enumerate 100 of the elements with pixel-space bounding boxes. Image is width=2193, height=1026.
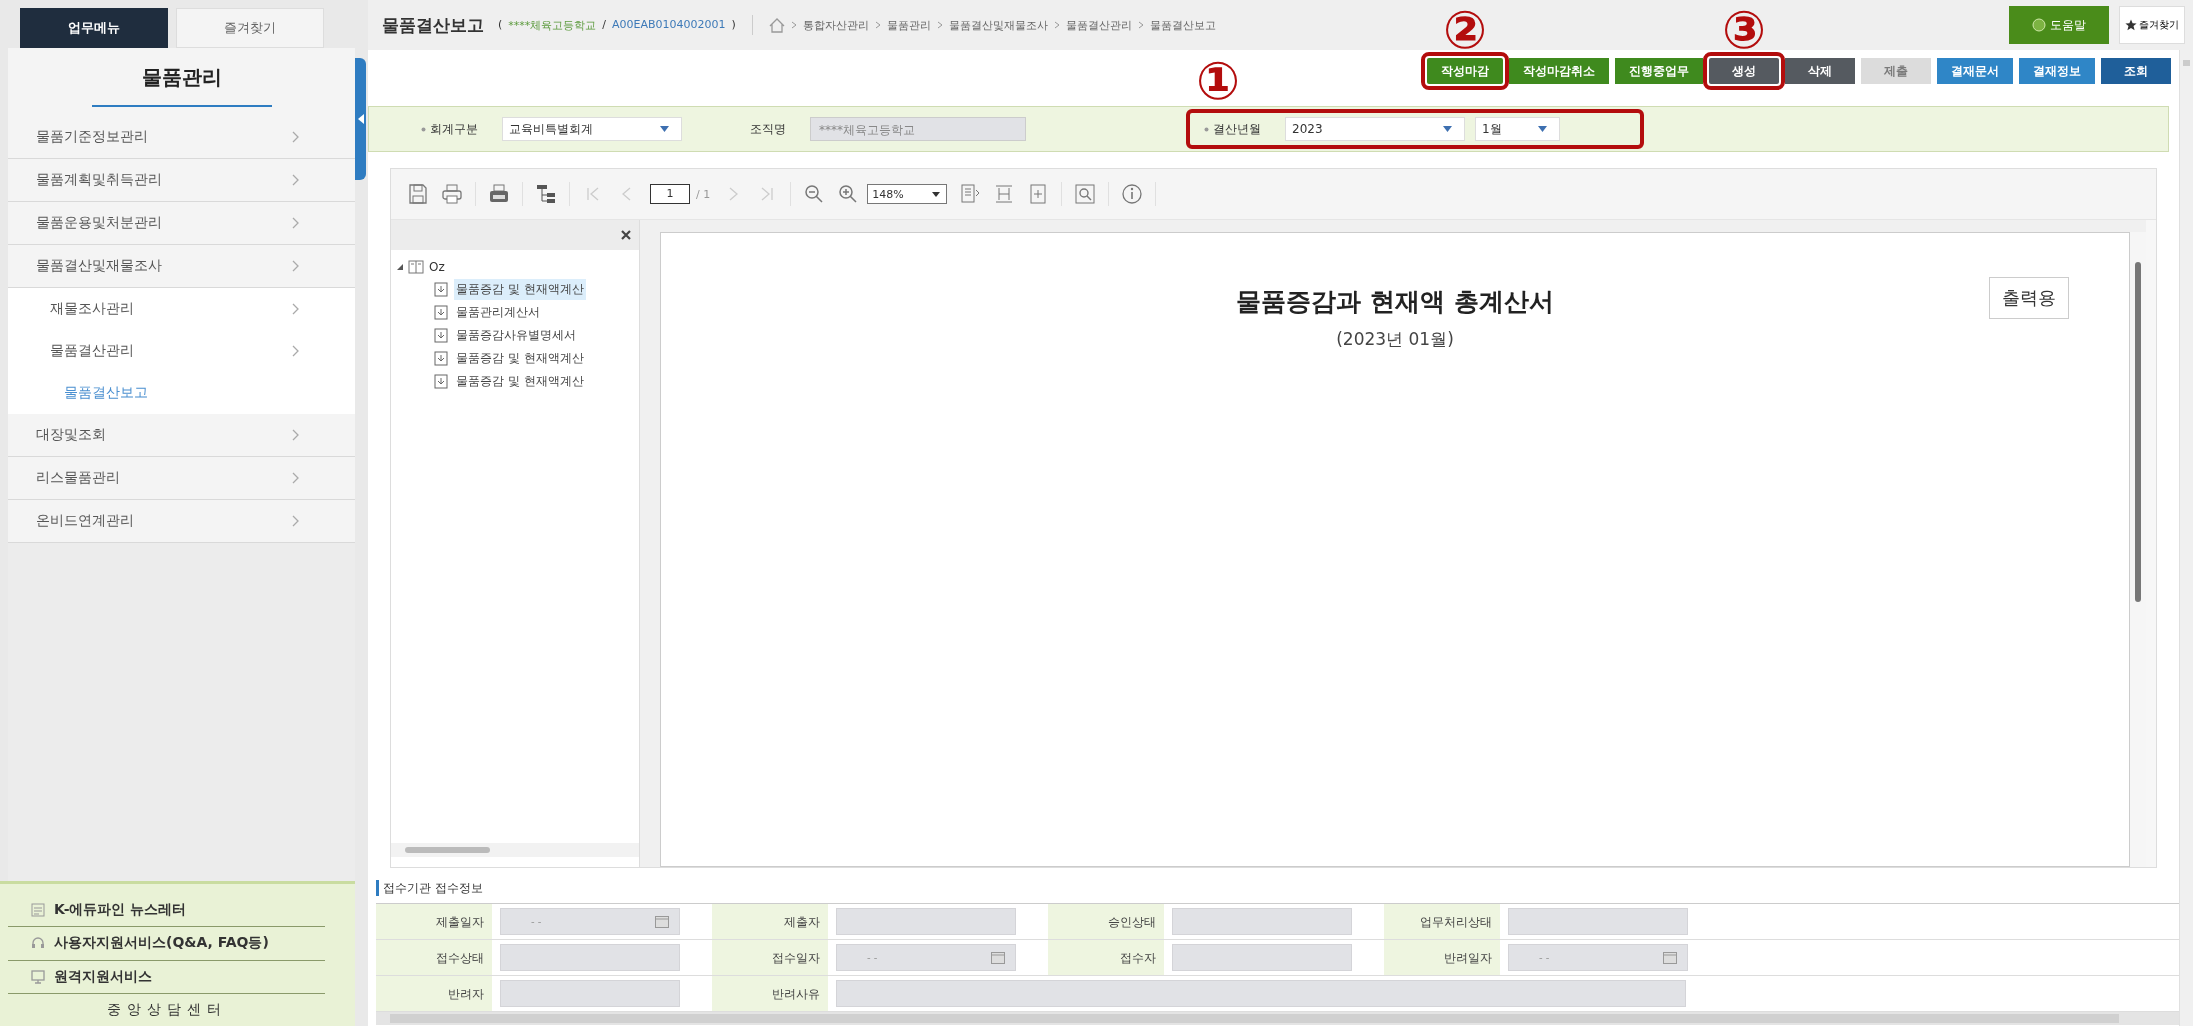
- menu-item[interactable]: 재물조사관리: [8, 288, 355, 330]
- support-link[interactable]: 사용자지원서비스(Q&A, FAQ등): [8, 927, 325, 961]
- search-icon[interactable]: [1074, 183, 1097, 205]
- chevron-icon: [874, 21, 881, 29]
- dropdown[interactable]: 교육비특별회계: [502, 117, 682, 141]
- input-field[interactable]: [1172, 944, 1352, 971]
- info-icon[interactable]: [1121, 183, 1144, 205]
- chevron-icon: [292, 429, 300, 441]
- menu-item[interactable]: 물품기준정보관리: [8, 116, 355, 159]
- punctuation-text: (: [498, 17, 503, 33]
- menu-item[interactable]: 물품결산및재물조사: [8, 245, 355, 288]
- action-button[interactable]: 조회: [2101, 58, 2171, 84]
- action-button[interactable]: 진행중업무: [1615, 58, 1703, 84]
- field-label: 반려일자: [1384, 940, 1500, 975]
- caret-icon: [1443, 126, 1452, 132]
- tree-node[interactable]: Oz: [397, 256, 639, 278]
- page-title: 물품결산보고: [382, 13, 484, 37]
- callout-number: ③: [1722, 4, 1766, 56]
- tree-item[interactable]: 물품증감 및 현재액계산: [454, 348, 586, 369]
- field-label: 반려자: [376, 976, 492, 1011]
- dropdown[interactable]: 1월: [1475, 117, 1560, 141]
- breadcrumb-link[interactable]: 물품결산보고: [1149, 17, 1216, 33]
- vertical-scrollbar[interactable]: [2179, 50, 2193, 1026]
- menu-item[interactable]: 대장및조회: [8, 414, 355, 457]
- calendar-icon: [655, 915, 669, 928]
- pdf-icon[interactable]: [488, 183, 510, 205]
- input-field[interactable]: [1172, 908, 1352, 935]
- favorite-button[interactable]: 즐겨찾기: [2119, 6, 2185, 44]
- field-label: 반려사유: [712, 976, 828, 1011]
- chevron-icon: [936, 21, 943, 29]
- breadcrumb-link[interactable]: 물품결산관리: [1065, 17, 1132, 33]
- caret-icon: [932, 191, 941, 197]
- breadcrumb-link[interactable]: 물품결산및재물조사: [948, 17, 1048, 33]
- menu-item[interactable]: 물품결산관리: [8, 330, 355, 372]
- menu-item[interactable]: 온비드연계관리: [8, 500, 355, 543]
- menu-item[interactable]: 리스물품관리: [8, 457, 355, 500]
- field-label: 조직명: [750, 120, 786, 138]
- menu-tab[interactable]: 업무메뉴: [20, 8, 168, 48]
- dropdown[interactable]: 2023: [1285, 117, 1465, 141]
- field-label: 접수상태: [376, 940, 492, 975]
- breadcrumb-link[interactable]: 통합자산관리: [802, 17, 869, 33]
- horizontal-scrollbar[interactable]: [391, 843, 639, 857]
- menu-item[interactable]: 물품운용및처분관리: [8, 202, 355, 245]
- tree-item[interactable]: 물품증감사유별명세서: [454, 325, 578, 346]
- chevron-icon: [292, 472, 300, 484]
- support-link[interactable]: 중앙상담센터: [8, 993, 325, 1026]
- callout-number: ①: [1196, 55, 1241, 107]
- punctuation-text: /: [602, 17, 606, 33]
- monitor-icon: [30, 968, 46, 985]
- menu-tab[interactable]: 즐겨찾기: [176, 8, 324, 48]
- collapse-handle[interactable]: [355, 58, 366, 180]
- tree-item[interactable]: 물품증감 및 현재액계산: [454, 279, 586, 300]
- caret-icon: [660, 126, 669, 132]
- save-icon[interactable]: [407, 183, 429, 205]
- chevron-icon: [292, 217, 300, 229]
- school-name: ****체육고등학교: [508, 17, 597, 33]
- report-title: 물품증감과 현재액 총계산서: [1236, 286, 1554, 318]
- field-label: 회계구분: [430, 120, 478, 138]
- readonly-field: ****체육고등학교: [810, 117, 1026, 141]
- zoom-dropdown[interactable]: 148%: [867, 184, 948, 204]
- page-number-field[interactable]: 1: [650, 184, 690, 204]
- vertical-scrollbar[interactable]: [2130, 232, 2146, 867]
- document-icon: [434, 374, 448, 389]
- tree-item[interactable]: 물품관리계산서: [454, 302, 542, 323]
- input-field[interactable]: [1508, 908, 1688, 935]
- document-icon: [434, 351, 448, 366]
- field-label: 접수일자: [712, 940, 828, 975]
- menu-item[interactable]: 물품계획및취득관리: [8, 159, 355, 202]
- input-field[interactable]: [500, 980, 680, 1007]
- close-icon[interactable]: [621, 230, 631, 240]
- caret-icon: [1538, 126, 1547, 132]
- horizontal-scrollbar[interactable]: [376, 1012, 2179, 1025]
- action-button[interactable]: 삭제: [1785, 58, 1855, 84]
- action-button[interactable]: 결재문서: [1937, 58, 2013, 84]
- document-icon: [30, 902, 46, 919]
- support-link[interactable]: K-에듀파인 뉴스레터: [8, 894, 325, 928]
- star-icon: [2125, 19, 2137, 31]
- chevron-icon: [1053, 21, 1060, 29]
- calendar-icon: [991, 951, 1005, 964]
- input-field[interactable]: [500, 944, 680, 971]
- tree-item[interactable]: 물품증감 및 현재액계산: [454, 371, 586, 392]
- help-button[interactable]: 도움말: [2009, 6, 2109, 44]
- action-button[interactable]: 작성마감취소: [1509, 58, 1609, 84]
- page-width-icon[interactable]: [959, 183, 982, 205]
- chevron-icon: [292, 260, 300, 272]
- support-link[interactable]: 원격지원서비스: [8, 960, 325, 994]
- action-button[interactable]: 결재정보: [2019, 58, 2095, 84]
- menu-title: 물품관리: [91, 48, 272, 107]
- document-icon: [434, 282, 448, 297]
- home-icon[interactable]: [768, 17, 785, 33]
- input-field[interactable]: [836, 980, 1686, 1007]
- calendar-icon: [1663, 951, 1677, 964]
- tree-icon[interactable]: [535, 183, 557, 205]
- print-stamp: 출력용: [1989, 277, 2069, 319]
- print-icon[interactable]: [441, 183, 463, 205]
- callout-number: ②: [1443, 4, 1487, 56]
- breadcrumb-link[interactable]: 물품관리: [886, 17, 931, 33]
- input-field[interactable]: [836, 908, 1016, 935]
- field-label: 접수자: [1048, 940, 1164, 975]
- triangle-icon: [357, 114, 364, 124]
